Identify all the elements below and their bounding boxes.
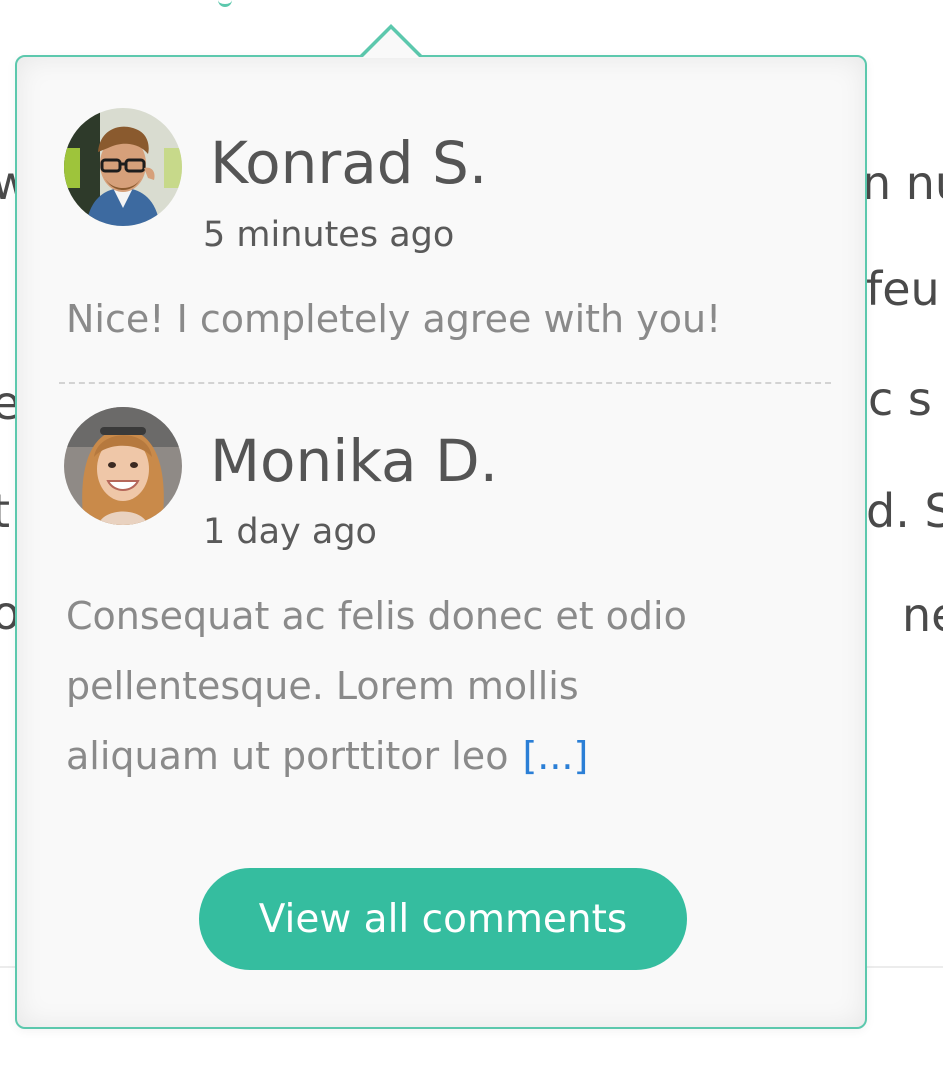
comment-time: 5 minutes ago [203, 215, 455, 255]
page: w e t o n nu feu c s d. S ne [0, 0, 943, 1080]
comment-text-line: aliquam ut porttitor leo [...] [66, 721, 588, 791]
view-all-comments-button[interactable]: View all comments [199, 868, 687, 970]
comment-author[interactable]: Monika D. [210, 432, 498, 490]
comment-text-line-content: aliquam ut porttitor leo [66, 734, 509, 778]
avatar-monika[interactable] [64, 407, 182, 525]
comment-text-line: pellentesque. Lorem mollis [66, 664, 579, 708]
comment-time: 1 day ago [203, 512, 377, 552]
comment-text-line: Nice! I completely agree with you! [66, 297, 722, 341]
background-text-right: d. S [866, 484, 943, 538]
comments-popover: Konrad S. 5 minutes ago Nice! I complete… [15, 55, 867, 1029]
background-text-right: n nu [862, 156, 943, 210]
avatar-konrad[interactable] [64, 108, 182, 226]
background-text-left: t [0, 484, 11, 538]
background-decoration [218, 0, 232, 7]
read-more-link[interactable]: [...] [522, 734, 588, 778]
popover-caret-inner [362, 29, 420, 58]
background-text-right: feu [866, 262, 940, 316]
background-text-right: c s [868, 372, 932, 426]
background-text-right: ne [902, 588, 943, 642]
comment-separator [59, 382, 831, 384]
avatar-photo-icon [64, 407, 182, 525]
comment-author[interactable]: Konrad S. [210, 134, 487, 192]
avatar-photo-icon [64, 108, 182, 226]
comment-text-line: Consequat ac felis donec et odio [66, 594, 687, 638]
